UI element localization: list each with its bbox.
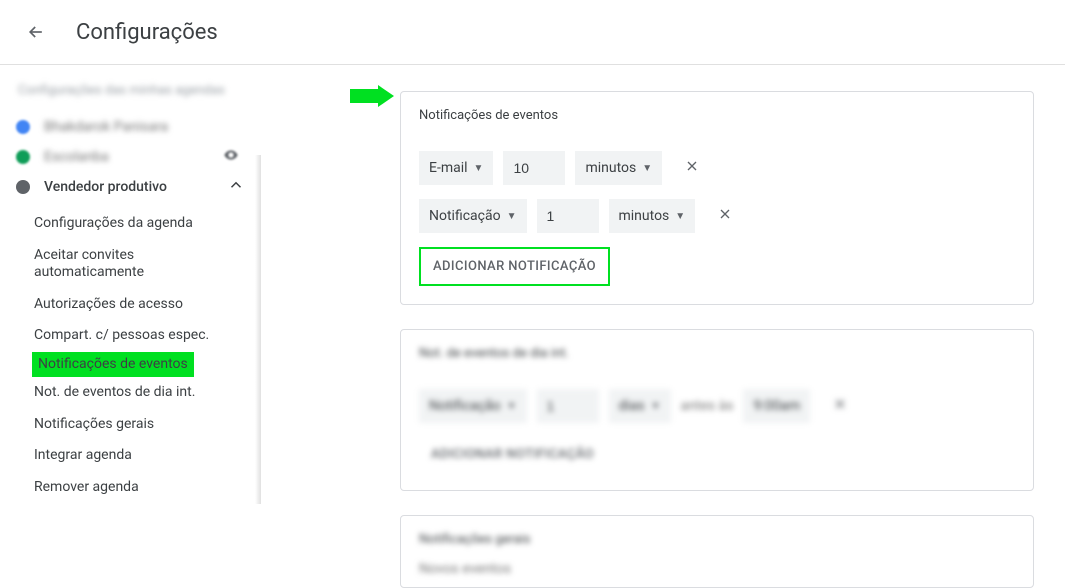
notification-value-input[interactable] [503,151,565,185]
card-subtext: Novos eventos [419,561,1015,577]
settings-sidebar: Configurações das minhas agendas Bhakdar… [0,65,262,504]
card-title: Not. de eventos de dia int. [419,346,1015,361]
sidebar-section-header: Configurações das minhas agendas [16,83,245,98]
notification-row: Notificação ▼ dias ▼ antes às 9:00am [419,389,1015,423]
add-notification-button[interactable]: ADICIONAR NOTIFICAÇÃO [419,437,606,472]
sidebar-shadow [255,155,261,504]
notification-unit-dropdown[interactable]: dias ▼ [609,389,671,423]
remove-notification-button[interactable] [832,396,848,416]
close-icon [684,158,700,174]
notification-unit-dropdown[interactable]: minutos ▼ [575,151,662,185]
notification-value-input[interactable] [537,199,599,233]
dropdown-label: Notificação [429,398,501,414]
annotation-arrow-icon [350,85,394,111]
calendar-label: Escolanba [44,149,223,165]
notification-before-label: antes às [681,398,734,414]
notification-unit-dropdown[interactable]: minutos ▼ [609,199,696,233]
dropdown-arrow-icon: ▼ [651,401,661,412]
dropdown-label: minutos [619,208,670,224]
sidebar-item-integrate[interactable]: Integrar agenda [32,440,245,472]
sidebar-calendar-item[interactable]: Escolanba [16,142,245,172]
sidebar-item-auto-accept[interactable]: Aceitar convites automaticamente [32,240,245,289]
close-icon [717,206,733,222]
add-notification-button[interactable]: ADICIONAR NOTIFICAÇÃO [419,247,610,286]
calendar-color-dot-icon [16,150,30,164]
card-title: Notificações de eventos [419,108,1015,123]
dropdown-arrow-icon: ▼ [642,163,652,174]
sidebar-calendar-item-active[interactable]: Vendedor produtivo [16,172,245,202]
sidebar-item-calendar-settings[interactable]: Configurações da agenda [32,208,245,240]
app-header: Configurações [0,0,1065,64]
arrow-left-icon [26,22,46,42]
notification-row: Notificação ▼ minutos ▼ [419,199,1015,233]
sidebar-calendar-item[interactable]: Bhakdarok Panisara [16,112,245,142]
dropdown-label: Notificação [429,208,501,224]
chevron-up-icon [227,176,245,198]
notification-value-input[interactable] [537,389,599,423]
sidebar-item-general-notifications[interactable]: Notificações gerais [32,409,245,441]
sidebar-item-allday-notifications[interactable]: Not. de eventos de dia int. [32,377,245,409]
calendar-color-dot-icon [16,180,30,194]
dropdown-arrow-icon: ▼ [507,401,517,412]
settings-main: Notificações de eventos E-mail ▼ minutos… [262,65,1065,504]
dropdown-arrow-icon: ▼ [675,211,685,222]
calendar-label: Bhakdarok Panisara [44,119,245,135]
page-title: Configurações [76,20,218,45]
card-title: Notificações gerais [419,532,1015,547]
sidebar-item-access-permissions[interactable]: Autorizações de acesso [32,289,245,321]
notification-type-dropdown[interactable]: Notificação ▼ [419,389,527,423]
dropdown-arrow-icon: ▼ [474,163,484,174]
sidebar-subitems: Configurações da agenda Aceitar convites… [32,208,245,503]
sidebar-item-event-notifications[interactable]: Notificações de eventos [32,352,194,378]
close-icon [832,396,848,412]
remove-notification-button[interactable] [717,206,733,226]
dropdown-label: E-mail [429,160,468,176]
card-general-notifications: Notificações gerais Novos eventos [400,515,1034,588]
dropdown-label: minutos [585,160,636,176]
sidebar-item-remove[interactable]: Remover agenda [32,472,245,504]
remove-notification-button[interactable] [684,158,700,178]
notification-row: E-mail ▼ minutos ▼ [419,151,1015,185]
notification-time-dropdown[interactable]: 9:00am [743,389,810,423]
card-allday-notifications: Not. de eventos de dia int. Notificação … [400,329,1034,491]
dropdown-label: dias [619,398,645,414]
dropdown-arrow-icon: ▼ [507,211,517,222]
sidebar-item-share-people[interactable]: Compart. c/ pessoas espec. [32,320,245,352]
dropdown-label: 9:00am [753,398,800,414]
notification-type-dropdown[interactable]: Notificação ▼ [419,199,527,233]
back-button[interactable] [24,20,48,44]
eye-icon [223,147,239,167]
calendar-color-dot-icon [16,120,30,134]
card-event-notifications: Notificações de eventos E-mail ▼ minutos… [400,91,1034,305]
calendar-label: Vendedor produtivo [44,179,227,195]
notification-type-dropdown[interactable]: E-mail ▼ [419,151,493,185]
